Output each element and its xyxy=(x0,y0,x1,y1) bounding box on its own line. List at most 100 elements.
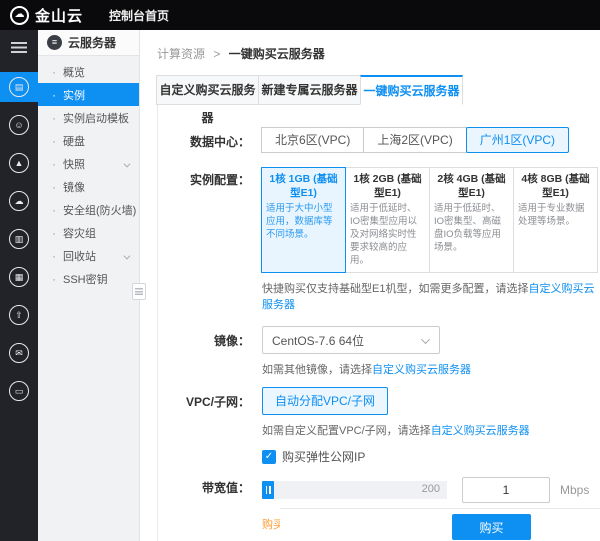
cloud-logo-icon: ☁ xyxy=(10,5,29,25)
eip-label-spacer xyxy=(158,448,250,454)
sidebar-item-ssh-key[interactable]: · SSH密钥 xyxy=(38,267,139,290)
bullet-icon: · xyxy=(52,156,56,171)
sidebar-item-label: 快照 xyxy=(63,158,85,171)
bandwidth-input[interactable] xyxy=(462,477,550,504)
rail-glyph: ▦ xyxy=(9,267,29,287)
breadcrumb: 计算资源 > 一键购买云服务器 xyxy=(140,30,600,62)
config-card-desc: 适用于专业数据处理等场景。 xyxy=(518,203,585,228)
config-card-desc: 适用于大中小型应用，数据库等不同场景。 xyxy=(266,203,333,240)
datacenter-label: 数据中心： xyxy=(189,135,250,149)
rail-glyph: ▭ xyxy=(9,381,29,401)
sidebar-item-label: 容灾组 xyxy=(63,227,96,240)
cluster-icon[interactable]: ▲ xyxy=(0,148,38,178)
vpc-hint: 如需自定义配置VPC/子网，请选择自定义购买云服务器 xyxy=(262,422,530,438)
sidebar-item-overview[interactable]: · 概览 xyxy=(38,60,139,83)
sidebar-item-label: SSH密钥 xyxy=(63,273,108,286)
tab-dedicated-server[interactable]: 新建专属云服务器 xyxy=(258,75,361,105)
rail-glyph: ▲ xyxy=(9,153,29,173)
sidebar: ≡ 云服务器 · 概览 · 实例 · 实例启动模板 · 硬盘 · 快照 · 镜像… xyxy=(38,30,146,541)
collapse-bars-icon xyxy=(135,288,143,295)
eip-checkbox[interactable]: ✓ xyxy=(262,449,276,464)
tab-custom-purchase[interactable]: 自定义购买云服务器 xyxy=(156,75,259,125)
datacenter-guangzhou1[interactable]: 广州1区(VPC) xyxy=(465,127,570,153)
config-card-title: 1核 1GB (基础型E1) xyxy=(269,173,338,199)
bullet-icon: · xyxy=(52,202,56,217)
bullet-icon: · xyxy=(52,271,56,286)
sidebar-title: 云服务器 xyxy=(68,36,117,50)
buy-button[interactable]: 购买 xyxy=(452,514,531,540)
sidebar-item-label: 硬盘 xyxy=(63,135,85,148)
breadcrumb-current: 一键购买云服务器 xyxy=(228,47,325,61)
sidebar-item-label: 概览 xyxy=(63,66,85,79)
sidebar-item-dr-group[interactable]: · 容灾组 xyxy=(38,221,139,244)
sidebar-item-security-group[interactable]: · 安全组(防火墙) xyxy=(38,198,139,221)
sidebar-item-label: 回收站 xyxy=(63,250,96,263)
bandwidth-slider[interactable]: 200 xyxy=(262,481,447,500)
topnav-console-home[interactable]: 控制台首页 xyxy=(109,7,169,24)
instances-icon[interactable]: ☺ xyxy=(0,110,38,140)
cloud-network-icon[interactable]: ☁ xyxy=(0,186,38,216)
sidebar-collapse-handle[interactable] xyxy=(132,283,146,300)
datacenter-option-label: 北京6区(VPC) xyxy=(275,133,351,147)
icon-rail: ▤ ☺ ▲ ☁ ▥ ▦ ⇧ ✉ ▭ xyxy=(0,30,38,541)
config-card-1c2g[interactable]: 1核 2GB (基础型E1) 适用于低延时、IO密集型应用以及对网络实时性要求较… xyxy=(345,167,430,274)
datacenter-beijing6[interactable]: 北京6区(VPC) xyxy=(261,127,365,153)
sidebar-item-launch-template[interactable]: · 实例启动模板 xyxy=(38,106,139,129)
vpc-hint-text: 如需自定义配置VPC/子网，请选择 xyxy=(262,425,431,438)
brand-logo[interactable]: ☁ 金山云 xyxy=(10,5,83,26)
config-card-2c4g[interactable]: 2核 4GB (基础型E1) 适用于低延时、IO密集型、高磁盘IO负载等应用场景… xyxy=(429,167,514,274)
sidebar-item-label: 实例 xyxy=(63,89,85,102)
rail-glyph: ▥ xyxy=(9,229,29,249)
config-card-desc: 适用于低延时、IO密集型、高磁盘IO负载等应用场景。 xyxy=(434,203,502,253)
auto-assign-vpc-button[interactable]: 自动分配VPC/子网 xyxy=(262,387,389,416)
sidebar-item-snapshot[interactable]: · 快照 xyxy=(38,152,139,175)
chevron-down-icon xyxy=(421,335,430,345)
bandwidth-slider-handle[interactable] xyxy=(262,481,274,500)
image-hint-text: 如需其他镜像，请选择 xyxy=(262,364,372,377)
breadcrumb-parent[interactable]: 计算资源 xyxy=(157,47,205,61)
tab-one-click-purchase[interactable]: 一键购买云服务器 xyxy=(360,75,463,105)
custom-purchase-link[interactable]: 自定义购买云服务器 xyxy=(372,364,471,376)
hamburger-menu-icon[interactable] xyxy=(0,30,38,64)
config-card-desc: 适用于低延时、IO密集型应用以及对网络实时性要求较高的应用。 xyxy=(350,203,418,266)
image-label: 镜像： xyxy=(213,334,250,349)
sidebar-item-disk[interactable]: · 硬盘 xyxy=(38,129,139,152)
eip-row: ✓ 购买弹性公网IP xyxy=(158,448,600,465)
brand-name: 金山云 xyxy=(35,7,84,25)
cloud-server-icon[interactable]: ▤ xyxy=(0,72,38,102)
config-card-1c1g[interactable]: 1核 1GB (基础型E1) 适用于大中小型应用，数据库等不同场景。 xyxy=(261,167,346,274)
main-content: 计算资源 > 一键购买云服务器 自定义购买云服务器 新建专属云服务器 一键购买云… xyxy=(140,30,600,541)
datacenter-option-label: 上海2区(VPC) xyxy=(377,133,453,147)
cloud-upload-icon[interactable]: ⇧ xyxy=(0,300,38,330)
instance-config-row: 实例配置： 1核 1GB (基础型E1) 适用于大中小型应用，数据库等不同场景。… xyxy=(158,165,600,312)
hamburger-bars xyxy=(11,41,27,53)
bullet-icon: · xyxy=(52,179,56,194)
bandwidth-max-value: 200 xyxy=(421,483,440,496)
custom-purchase-link[interactable]: 自定义购买云服务器 xyxy=(431,425,530,437)
tab-label: 新建专属云服务器 xyxy=(261,83,358,97)
sidebar-item-recycle-bin[interactable]: · 回收站 xyxy=(38,244,139,267)
monitor-icon[interactable]: ▭ xyxy=(0,376,38,406)
sidebar-item-instance[interactable]: · 实例 xyxy=(38,83,139,106)
rail-glyph: ☺ xyxy=(9,115,29,135)
breadcrumb-separator: > xyxy=(213,47,221,61)
storage-icon[interactable]: ▦ xyxy=(0,262,38,292)
config-hint: 快捷购买仅支持基础型E1机型，如需更多配置，请选择自定义购买云服务器 xyxy=(262,280,600,312)
topbar: ☁ 金山云 控制台首页 xyxy=(0,0,600,30)
config-card-4c8g[interactable]: 4核 8GB (基础型E1) 适用于专业数据处理等场景。 xyxy=(513,167,598,274)
datacenter-shanghai2[interactable]: 上海2区(VPC) xyxy=(363,127,467,153)
chevron-down-icon xyxy=(123,160,131,168)
sidebar-item-image[interactable]: · 镜像 xyxy=(38,175,139,198)
rail-glyph: ✉ xyxy=(9,343,29,363)
rail-glyph: ▤ xyxy=(9,77,29,97)
sidebar-header: ≡ 云服务器 xyxy=(38,30,139,56)
config-card-title: 2核 4GB (基础型E1) xyxy=(437,173,506,199)
database-icon[interactable]: ▥ xyxy=(0,224,38,254)
sidebar-item-label: 安全组(防火墙) xyxy=(63,204,137,217)
datacenter-option-label: 广州1区(VPC) xyxy=(479,133,556,147)
image-select[interactable]: CentOS-7.6 64位 xyxy=(262,326,440,355)
config-card-title: 4核 8GB (基础型E1) xyxy=(521,173,590,199)
mail-icon[interactable]: ✉ xyxy=(0,338,38,368)
bullet-icon: · xyxy=(52,225,56,240)
chevron-down-icon xyxy=(123,252,131,260)
